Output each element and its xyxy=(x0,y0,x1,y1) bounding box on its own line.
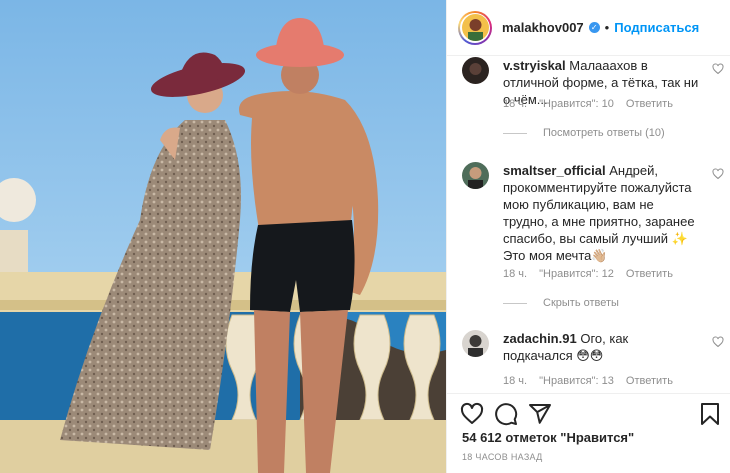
post-header: malakhov007 ✓ • Подписаться xyxy=(447,0,730,56)
comment-text-block: zadachin.91 Ого, как подкачался 😳😳 xyxy=(503,330,699,364)
comment-like-icon[interactable] xyxy=(712,336,724,348)
reply-button[interactable]: Ответить xyxy=(626,268,673,280)
replies-divider xyxy=(503,132,527,134)
comment-username[interactable]: zadachin.91 xyxy=(503,331,577,346)
view-replies-button[interactable]: Посмотреть ответы (10) xyxy=(503,127,665,139)
comment-avatar[interactable] xyxy=(462,330,489,357)
comment-username[interactable]: smaltser_official xyxy=(503,163,606,178)
post-actions-bar xyxy=(447,393,730,431)
comment-avatar[interactable] xyxy=(462,57,489,84)
comment-text: Андрей, прокомментируйте пожалуйста мою … xyxy=(503,163,695,263)
share-icon[interactable] xyxy=(528,402,552,426)
author-username[interactable]: malakhov007 xyxy=(502,20,584,35)
comment-like-icon[interactable] xyxy=(712,168,724,180)
replies-divider xyxy=(503,302,527,304)
replies-label[interactable]: Скрыть ответы xyxy=(543,297,619,309)
comments-list[interactable]: v.stryiskal Малааахов в отличной форме, … xyxy=(447,57,730,393)
comment-text-block: smaltser_official Андрей, прокомментируй… xyxy=(503,162,699,264)
comment-like-count[interactable]: "Нравится": 10 xyxy=(539,98,614,110)
likes-count[interactable]: 54 612 отметок "Нравится" xyxy=(462,430,634,445)
replies-label[interactable]: Посмотреть ответы (10) xyxy=(543,127,665,139)
comment-item: v.stryiskal Малааахов в отличной форме, … xyxy=(462,57,724,157)
comment-like-icon[interactable] xyxy=(712,63,724,75)
header-separator: • xyxy=(604,20,610,35)
comment-like-count[interactable]: "Нравится": 13 xyxy=(539,375,614,387)
bookmark-icon[interactable] xyxy=(698,402,722,426)
comment-username[interactable]: v.stryiskal xyxy=(503,58,566,73)
comment-meta: 18 ч. "Нравится": 13 Ответить xyxy=(503,375,682,387)
comment-like-count[interactable]: "Нравится": 12 xyxy=(539,268,614,280)
heart-icon[interactable] xyxy=(460,402,484,426)
comment-time: 18 ч. xyxy=(503,375,528,387)
comment-meta: 18 ч. "Нравится": 10 Ответить xyxy=(503,98,682,110)
comment-time: 18 ч. xyxy=(503,98,528,110)
post-photo[interactable] xyxy=(0,0,446,473)
author-avatar[interactable] xyxy=(458,10,492,45)
reply-button[interactable]: Ответить xyxy=(626,375,673,387)
comment-avatar[interactable] xyxy=(462,162,489,189)
hide-replies-button[interactable]: Скрыть ответы xyxy=(503,297,619,309)
post-sidebar: malakhov007 ✓ • Подписаться v.stryiskal … xyxy=(446,0,730,473)
comment-icon[interactable] xyxy=(494,402,518,426)
comment-item: zadachin.91 Ого, как подкачался 😳😳 18 ч.… xyxy=(462,330,724,390)
reply-button[interactable]: Ответить xyxy=(626,98,673,110)
comment-time: 18 ч. xyxy=(503,268,528,280)
comment-meta: 18 ч. "Нравится": 12 Ответить xyxy=(503,268,682,280)
post-timestamp[interactable]: 18 часов назад xyxy=(462,452,543,462)
verified-badge-icon: ✓ xyxy=(588,22,600,33)
post-photo-illustration xyxy=(0,0,446,473)
follow-button[interactable]: Подписаться xyxy=(614,20,699,35)
